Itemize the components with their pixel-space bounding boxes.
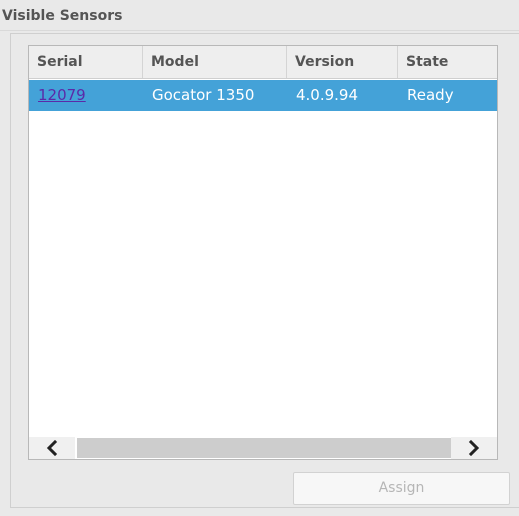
chevron-left-icon	[46, 440, 58, 456]
sensor-list[interactable]: Serial Model Version State 12079 Gocator…	[28, 45, 498, 460]
state-cell: Ready	[407, 86, 454, 104]
assign-button[interactable]: Assign	[293, 472, 510, 505]
scrollbar-thumb[interactable]	[77, 438, 451, 458]
chevron-right-icon	[468, 440, 480, 456]
model-cell: Gocator 1350	[152, 86, 255, 104]
horizontal-scrollbar[interactable]	[29, 437, 497, 459]
panel-title: Visible Sensors	[2, 8, 123, 24]
divider	[0, 30, 519, 31]
scroll-left-button[interactable]	[29, 437, 75, 459]
column-header-serial[interactable]: Serial	[29, 46, 143, 78]
column-header-model[interactable]: Model	[143, 46, 287, 78]
page: Visible Sensors Serial Model Version Sta…	[0, 0, 519, 516]
list-header: Serial Model Version State	[29, 46, 497, 79]
version-cell: 4.0.9.94	[296, 86, 359, 104]
column-header-state[interactable]: State	[398, 46, 497, 78]
scroll-right-button[interactable]	[451, 437, 497, 459]
visible-sensors-panel: Visible Sensors Serial Model Version Sta…	[0, 0, 519, 516]
table-row[interactable]: 12079 Gocator 1350 4.0.9.94 Ready	[29, 80, 497, 111]
column-header-version[interactable]: Version	[287, 46, 398, 78]
serial-link[interactable]: 12079	[29, 80, 143, 111]
